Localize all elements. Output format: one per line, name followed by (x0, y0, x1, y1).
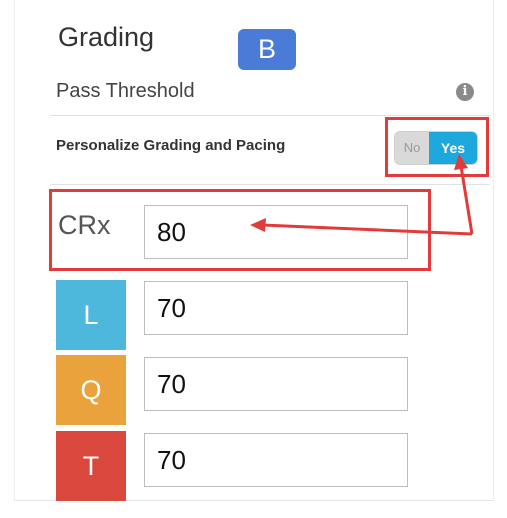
arrow-head (454, 154, 468, 170)
arrow-line (261, 223, 473, 236)
arrow-line (459, 165, 474, 235)
annotation-arrows (250, 154, 474, 236)
arrow-head (250, 218, 266, 232)
